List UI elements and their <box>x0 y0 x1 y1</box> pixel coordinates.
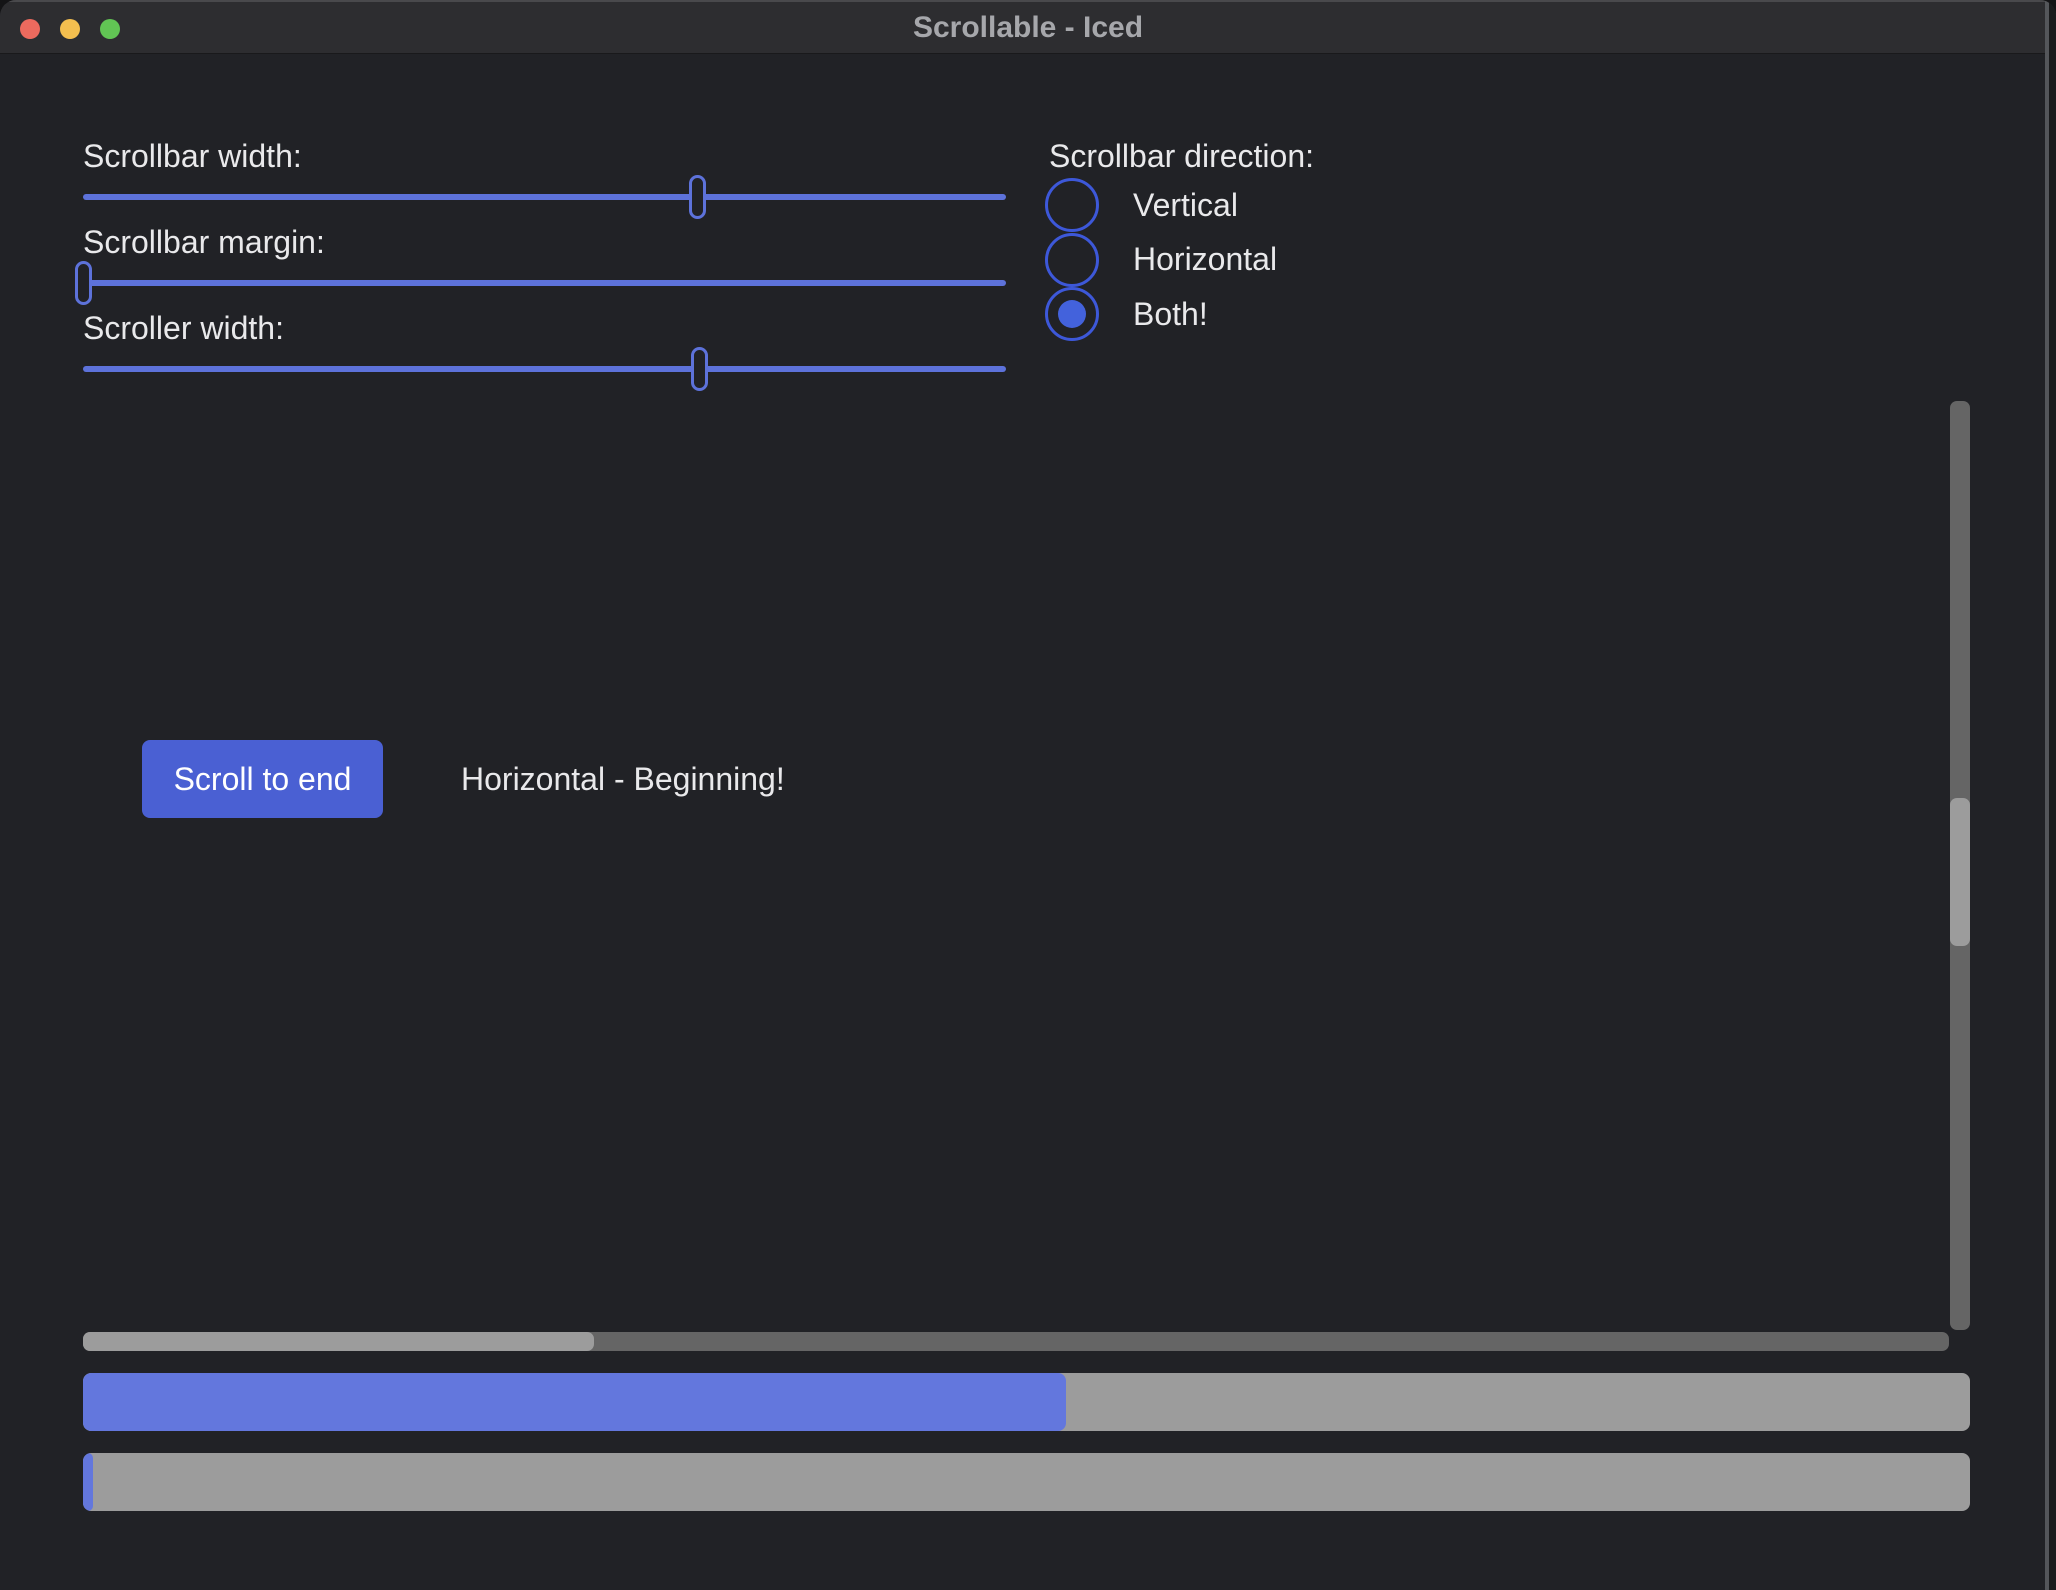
direction-group: Scrollbar direction: Vertical Horizontal B… <box>1045 136 1465 356</box>
slider-row: Scrollbar width: <box>83 136 1006 221</box>
horizontal-offset-progress <box>83 1453 1970 1511</box>
slider-label: Scroller width: <box>83 308 284 348</box>
vertical-offset-progress <box>83 1373 1970 1431</box>
slider-track[interactable] <box>83 280 1006 286</box>
radio-option-horizontal[interactable]: Horizontal <box>1045 233 1465 287</box>
slider-group: Scrollbar width: Scrollbar margin: Scrolle… <box>83 136 1006 406</box>
vertical-scrollbar-track[interactable] <box>1950 401 1970 1330</box>
vertical-offset-progress-fill <box>83 1373 1066 1431</box>
radio-option-both[interactable]: Both! <box>1045 287 1465 341</box>
radio-icon <box>1045 287 1099 341</box>
slider-row: Scroller width: <box>83 308 1006 393</box>
vertical-scrollbar-thumb[interactable] <box>1950 798 1970 947</box>
slider-handle[interactable] <box>75 261 92 305</box>
horizontal-scrollbar-thumb[interactable] <box>83 1332 594 1351</box>
slider-handle[interactable] <box>691 347 708 391</box>
progress-group <box>83 1373 1970 1513</box>
radio-label: Both! <box>1133 296 1208 333</box>
slider-label: Scrollbar width: <box>83 136 302 176</box>
horizontal-offset-progress-fill <box>83 1453 93 1511</box>
window-title: Scrollable - Iced <box>0 2 2056 56</box>
radio-icon <box>1045 233 1099 287</box>
scroll-to-end-button[interactable]: Scroll to end <box>142 740 383 818</box>
radio-label: Horizontal <box>1133 241 1277 278</box>
scroll-status-text: Horizontal - Beginning! <box>461 757 785 801</box>
slider-track[interactable] <box>83 194 1006 200</box>
slider-label: Scrollbar margin: <box>83 222 325 262</box>
radio-options: Vertical Horizontal Both! <box>1045 178 1465 342</box>
window-edge-shadow <box>2049 0 2056 1590</box>
radio-icon <box>1045 178 1099 232</box>
radio-label: Vertical <box>1133 187 1238 224</box>
titlebar: Scrollable - Iced <box>0 0 2056 54</box>
radio-dot <box>1058 300 1086 328</box>
radio-option-vertical[interactable]: Vertical <box>1045 178 1465 232</box>
slider-track[interactable] <box>83 366 1006 372</box>
slider-handle[interactable] <box>689 175 706 219</box>
slider-row: Scrollbar margin: <box>83 222 1006 307</box>
horizontal-scrollbar-track[interactable] <box>83 1332 1949 1351</box>
app-window: Scrollable - Iced Scrollbar width:Scroll… <box>0 0 2056 1590</box>
direction-group-label: Scrollbar direction: <box>1049 136 1314 176</box>
